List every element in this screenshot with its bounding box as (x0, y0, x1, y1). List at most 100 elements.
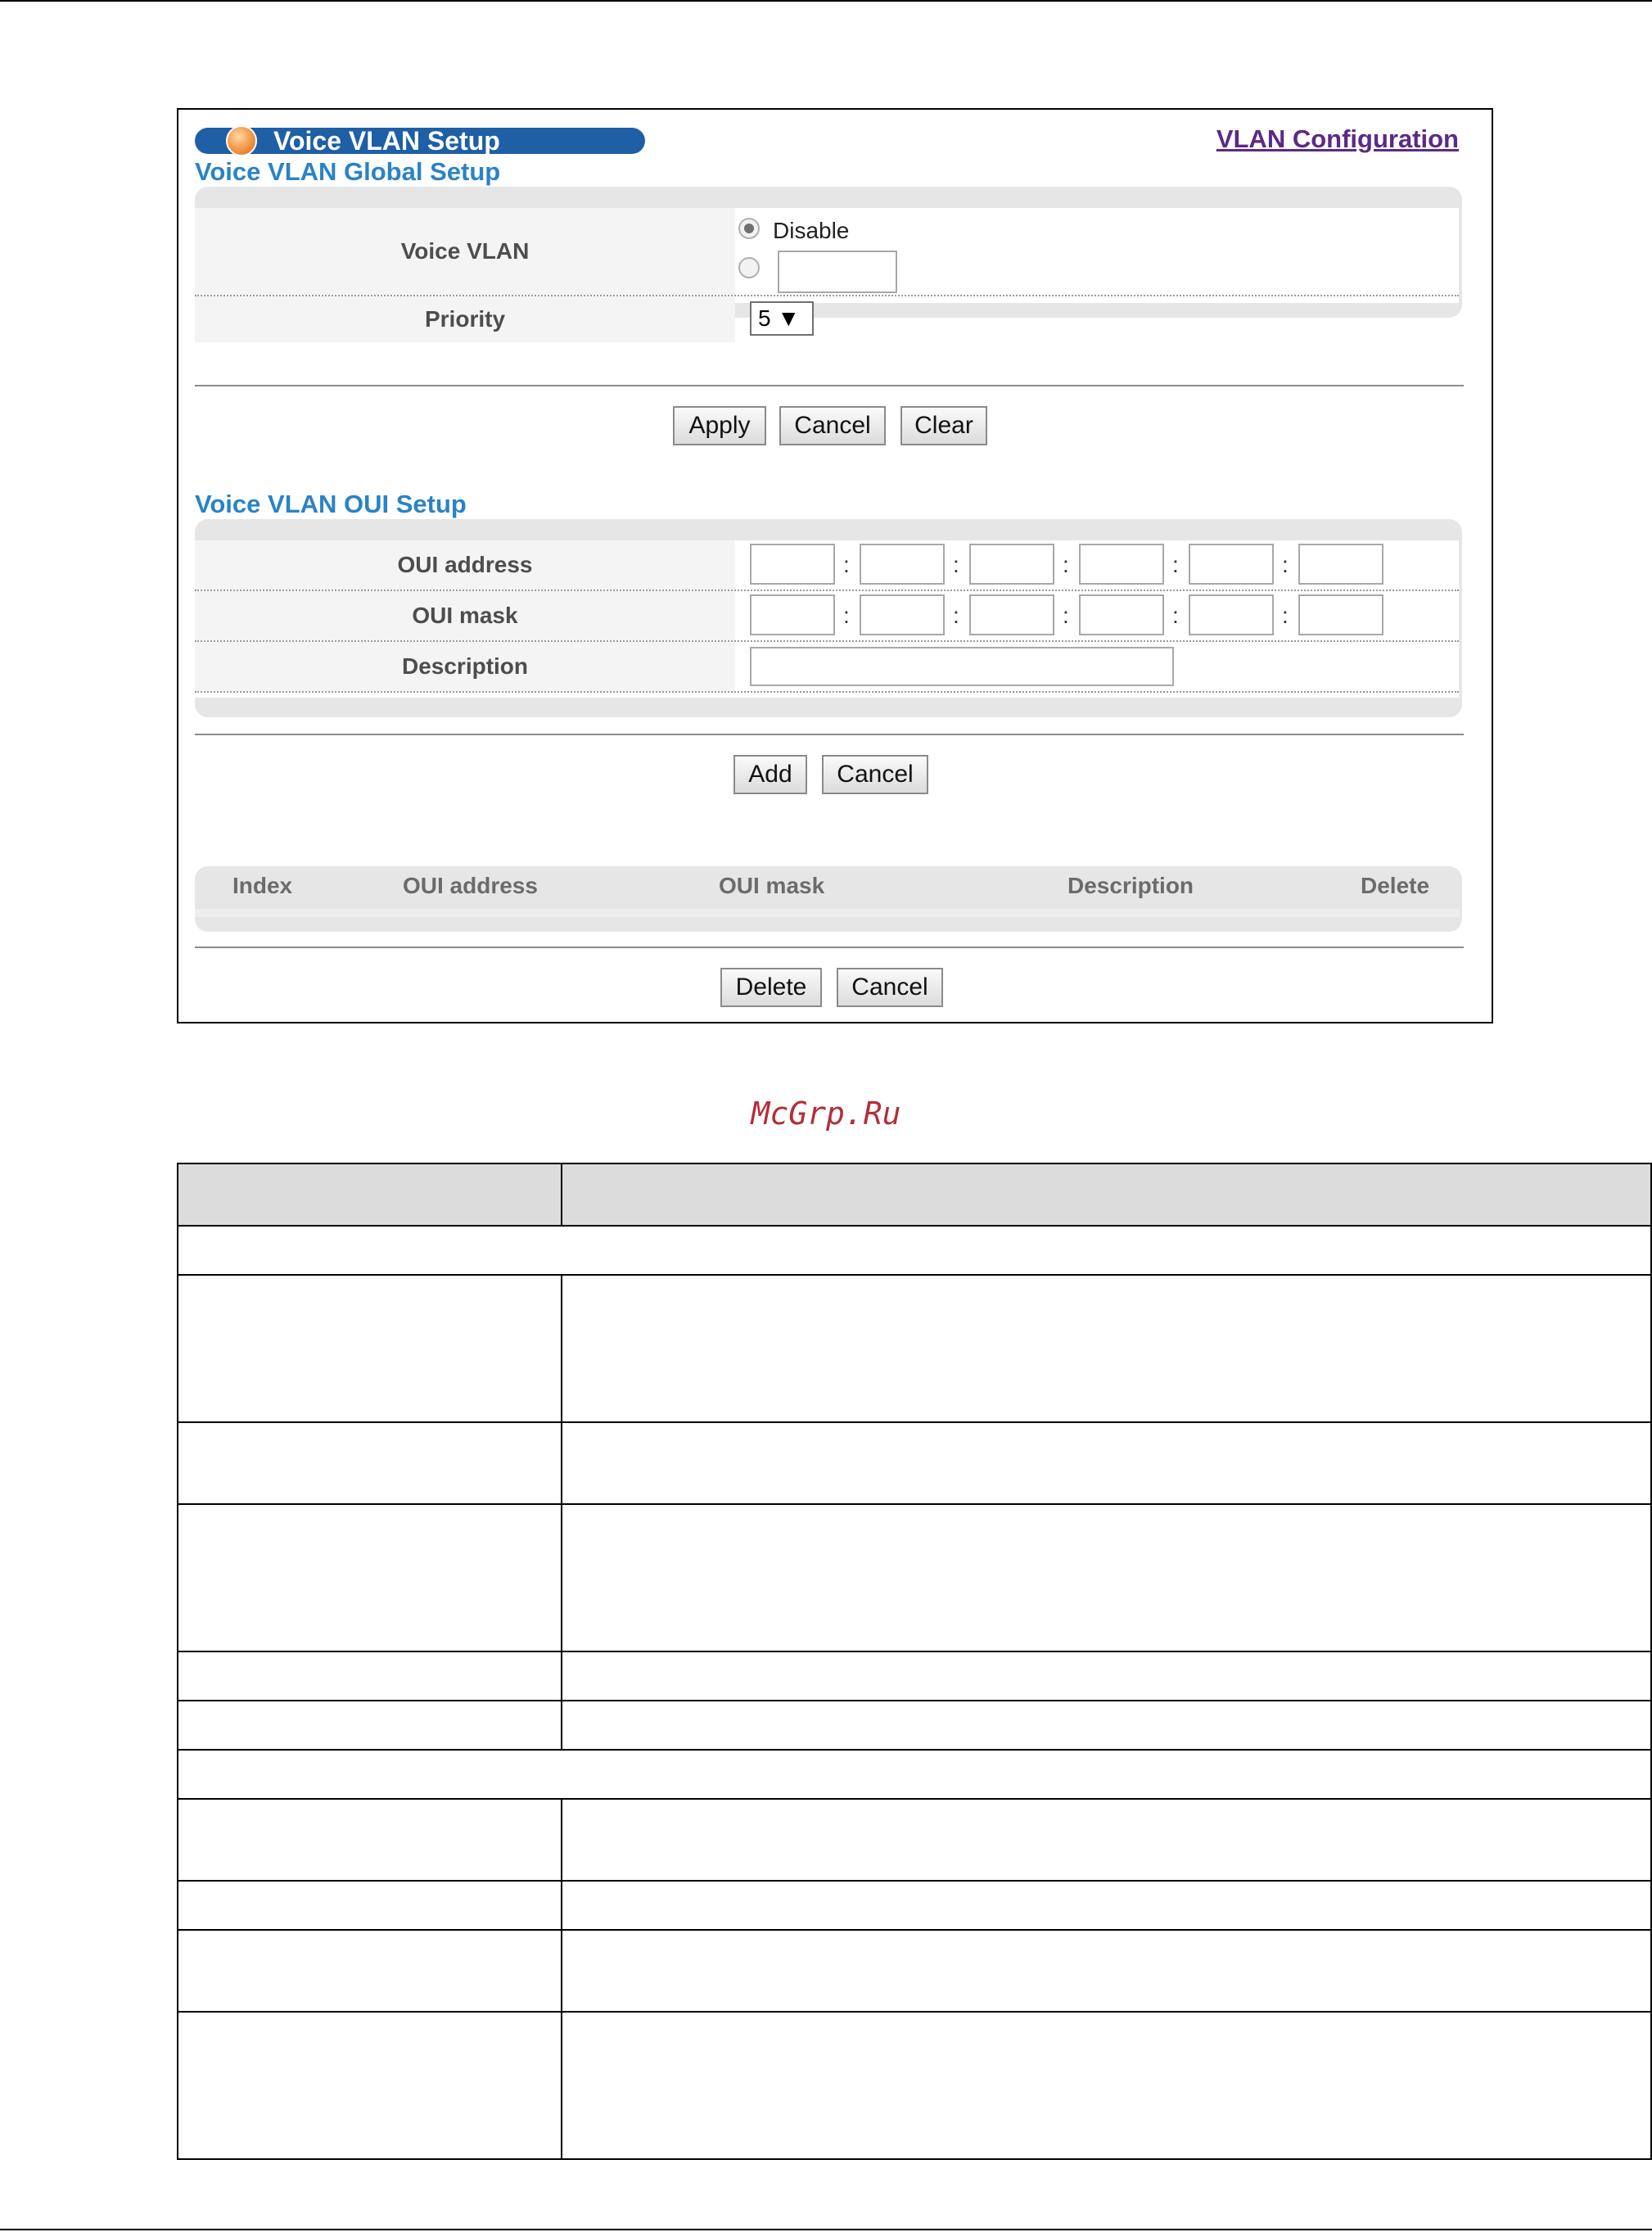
bottom-rule (0, 2229, 1652, 2230)
description-label: Description (195, 642, 735, 691)
oui-mask-sep-5: : (1282, 603, 1289, 628)
column-header-delete: Delete (1361, 873, 1430, 898)
table-divider (195, 947, 1464, 948)
oui-mask-octet-4[interactable] (1079, 594, 1164, 635)
doc-table-cell (561, 1421, 1652, 1505)
oui-mask-octet-1[interactable] (750, 594, 835, 635)
priority-row: Priority 5 ▼ (195, 296, 1459, 342)
doc-table-section-row (177, 1225, 1652, 1276)
description-row: Description (195, 642, 1459, 693)
doc-table-cell (561, 1880, 1652, 1931)
disable-label: Disable (773, 218, 850, 243)
doc-table-cell (561, 1798, 1652, 1882)
column-header-oui-mask: OUI mask (719, 873, 825, 898)
doc-table-cell (561, 1274, 1652, 1423)
doc-table-row (176, 1274, 1652, 1423)
oui-mask-row: OUI mask : : : : : (195, 591, 1459, 642)
oui-cancel-button[interactable]: Cancel (822, 755, 928, 794)
delete-button[interactable]: Delete (720, 968, 822, 1007)
oui-setup-title: Voice VLAN OUI Setup (195, 490, 467, 518)
orange-ball-icon (226, 125, 257, 156)
doc-table-cell (176, 1503, 563, 1652)
oui-mask-sep-1: : (843, 603, 850, 628)
vlan-configuration-link[interactable]: VLAN Configuration (1216, 124, 1459, 154)
doc-table-row (176, 2011, 1652, 2160)
doc-table-cell (176, 1274, 563, 1423)
oui-table: Index OUI address OUI mask Description D… (195, 866, 1462, 932)
oui-address-octet-6[interactable] (1298, 544, 1383, 585)
doc-table-row (176, 1421, 1652, 1505)
oui-address-sep-2: : (953, 552, 959, 577)
page-title-bar: Voice VLAN Setup (195, 125, 645, 156)
top-rule (0, 0, 1652, 2)
doc-table-cell (176, 2011, 563, 2160)
add-button[interactable]: Add (733, 755, 807, 794)
doc-table-row (176, 1651, 1652, 1701)
oui-mask-sep-2: : (953, 603, 959, 628)
doc-table-header-row (176, 1163, 1652, 1227)
watermark: McGrp.Ru (751, 1096, 901, 1132)
oui-address-octet-5[interactable] (1189, 544, 1274, 585)
oui-mask-octet-6[interactable] (1298, 594, 1383, 635)
doc-table-row (176, 1880, 1652, 1931)
doc-table-cell (177, 1225, 1652, 1276)
global-setup-box: Voice VLAN Disable Priority 5 ▼ (195, 187, 1462, 342)
doc-table-cell (176, 1163, 563, 1227)
global-divider (195, 385, 1464, 386)
table-cancel-button[interactable]: Cancel (837, 968, 943, 1007)
oui-address-sep-1: : (843, 552, 850, 577)
doc-table-cell (561, 1700, 1652, 1751)
column-header-oui-address: OUI address (403, 873, 538, 898)
clear-button[interactable]: Clear (900, 406, 987, 445)
voice-vlan-label: Voice VLAN (195, 208, 735, 295)
global-setup-rows: Voice VLAN Disable Priority 5 ▼ (195, 208, 1459, 342)
oui-mask-octet-5[interactable] (1189, 594, 1274, 635)
doc-table-section-row (177, 1749, 1652, 1800)
doc-table-row (176, 1503, 1652, 1652)
oui-address-label: OUI address (195, 540, 735, 590)
doc-table-cell (176, 1880, 563, 1931)
oui-address-sep-5: : (1282, 552, 1289, 577)
doc-table-cell (176, 1651, 563, 1701)
oui-setup-rows: OUI address : : : : : OUI mask : ::::… (195, 540, 1459, 698)
voice-vlan-setup-panel: Voice VLAN Setup VLAN Configuration Voic… (177, 108, 1493, 1023)
description-input[interactable] (750, 647, 1174, 686)
oui-mask-sep-3: : (1063, 603, 1069, 628)
oui-address-sep-4: : (1172, 552, 1179, 577)
doc-table-cell (561, 2011, 1652, 2160)
doc-table-cell (176, 1421, 563, 1505)
oui-address-octet-1[interactable] (750, 544, 835, 585)
global-cancel-button[interactable]: Cancel (779, 406, 886, 445)
doc-table-cell (561, 1163, 1652, 1227)
apply-button[interactable]: Apply (673, 406, 766, 445)
priority-label: Priority (195, 296, 735, 342)
vlan-id-input[interactable] (778, 251, 897, 293)
oui-address-row: OUI address : : : : : (195, 540, 1459, 591)
doc-table-cell (176, 1929, 563, 2013)
oui-mask-octet-2[interactable] (860, 594, 945, 635)
column-header-index: Index (232, 873, 293, 898)
doc-table-cell (561, 1503, 1652, 1652)
voice-vlan-row: Voice VLAN Disable (195, 208, 1459, 296)
oui-divider (195, 734, 1464, 735)
doc-table-cell (176, 1700, 563, 1751)
doc-table-row (176, 1929, 1652, 2013)
doc-table-cell (561, 1651, 1652, 1701)
priority-select[interactable]: 5 ▼ (750, 301, 814, 336)
oui-address-octet-3[interactable] (969, 544, 1054, 585)
oui-setup-box: OUI address : : : : : OUI mask : ::::… (195, 519, 1462, 717)
doc-table-row (176, 1798, 1652, 1882)
oui-address-octet-4[interactable] (1079, 544, 1164, 585)
oui-mask-octet-3[interactable] (969, 594, 1054, 635)
doc-table-cell (176, 1798, 563, 1882)
doc-table-cell (561, 1929, 1652, 2013)
oui-mask-sep-4: : (1172, 603, 1179, 628)
doc-table (176, 1163, 1652, 2160)
disable-radio[interactable] (738, 218, 760, 239)
page-title: Voice VLAN Setup (273, 126, 500, 156)
oui-address-octet-2[interactable] (860, 544, 945, 585)
vlan-id-radio[interactable] (738, 257, 760, 278)
oui-table-body (195, 909, 1459, 917)
oui-mask-label: OUI mask (195, 591, 735, 640)
doc-table-cell (177, 1749, 1652, 1800)
